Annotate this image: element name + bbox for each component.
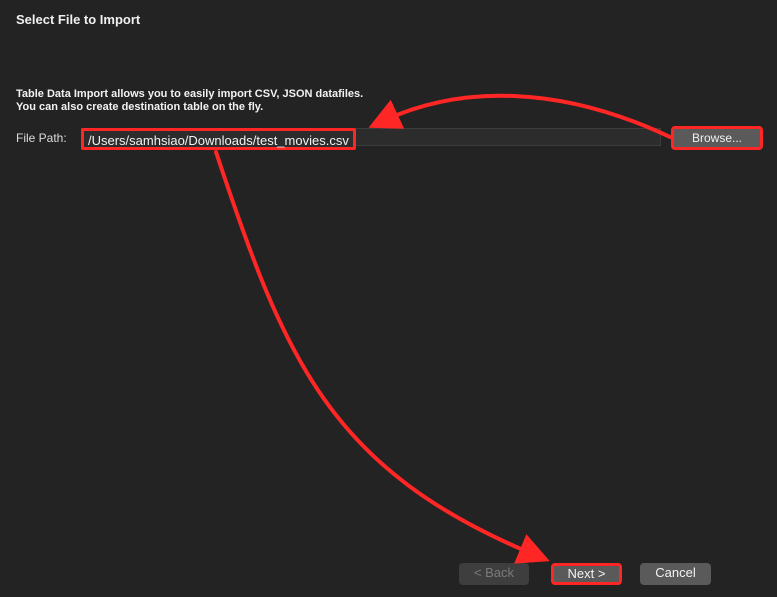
path-to-next-arrow (214, 150, 550, 564)
dialog-title: Select File to Import (16, 12, 141, 27)
file-path-value[interactable]: /Users/samhsiao/Downloads/test_movies.cs… (81, 128, 356, 150)
browse-button[interactable]: Browse... (671, 126, 763, 150)
next-button[interactable]: Next > (551, 563, 622, 585)
back-button[interactable]: < Back (459, 563, 529, 585)
dialog-description: Table Data Import allows you to easily i… (16, 88, 363, 114)
cancel-button[interactable]: Cancel (640, 563, 711, 585)
import-dialog: Select File to Import Table Data Import … (0, 0, 777, 597)
file-path-label: File Path: (16, 131, 67, 145)
description-line-2: You can also create destination table on… (16, 101, 264, 113)
description-line-1: Table Data Import allows you to easily i… (16, 88, 364, 100)
